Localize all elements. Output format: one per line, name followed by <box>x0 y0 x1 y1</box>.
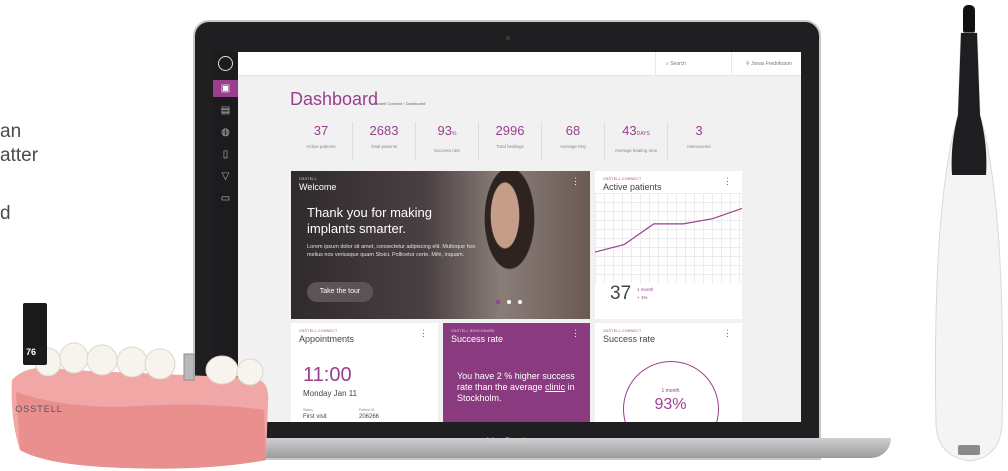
card-kicker: OSSTELL CONNECT <box>603 177 642 181</box>
status-label: Status <box>303 408 313 412</box>
stat-active-patients: 37 Active patients <box>290 122 353 160</box>
user-menu[interactable]: ⚲ Jonas Fredriksson <box>731 52 801 76</box>
tagline-line-3: d <box>0 203 11 224</box>
success-rate-card: OSSTELL CONNECT Success rate ⋮ 1 month 9… <box>595 323 742 422</box>
card-kicker: OSSTELL CONNECT <box>299 329 338 333</box>
dashboard-screen: ▣ ▤ ◍ ▯ ▽ ▭ ⌕ Search ⚲ Jonas Fredriksson… <box>213 52 801 422</box>
stat-unit: % <box>452 131 457 137</box>
card-kicker: OSSTELL CONNECT <box>603 329 642 333</box>
stat-success-rate: 93% Success rate <box>416 122 479 160</box>
osstell-device-image <box>934 5 1004 462</box>
stat-label: Success rate <box>433 148 460 153</box>
success-rate-message: You have 2 % higher success rate than th… <box>457 371 577 404</box>
stat-label: Average ISQ <box>560 144 586 149</box>
laptop-brand-label: MacBook <box>486 436 528 446</box>
device-reading: 76 <box>26 347 37 357</box>
card-title: Active patients <box>603 182 662 192</box>
more-options-icon[interactable]: ⋮ <box>723 177 732 186</box>
stat-label: Instruments <box>687 144 711 149</box>
card-title: Success rate <box>603 334 656 344</box>
welcome-card: OSSTELL Welcome ⋮ Thank you for making i… <box>291 171 590 319</box>
stat-value: 93 <box>437 123 452 138</box>
carousel-dots <box>496 291 529 309</box>
take-tour-button[interactable]: Take the tour <box>307 282 373 302</box>
change-label: + 1% <box>637 295 648 300</box>
dashboard-nav-icon[interactable]: ▣ <box>213 80 238 97</box>
osstell-logo-icon[interactable] <box>218 56 233 71</box>
stat-unit: DAYS <box>636 131 650 137</box>
laptop-camera <box>506 36 510 40</box>
clinic-link[interactable]: clinic <box>545 382 565 392</box>
stat-label: Total healings <box>496 144 524 149</box>
card-title: Welcome <box>299 182 337 192</box>
status-value: First visit <box>303 414 327 420</box>
stat-value: 68 <box>565 123 581 138</box>
search-label: Search <box>670 61 687 67</box>
instrument-nav-icon[interactable]: ▭ <box>219 192 232 205</box>
stat-total-patients: 2683 Total patients <box>353 122 416 160</box>
more-options-icon[interactable]: ⋮ <box>723 329 732 338</box>
active-patients-line <box>595 207 742 253</box>
stat-instruments: 3 Instruments <box>668 122 730 160</box>
stat-average-isq: 68 Average ISQ <box>542 122 605 160</box>
appointments-card: OSSTELL CONNECT Appointments ⋮ 11:00 Mon… <box>291 323 438 422</box>
tagline-line-2: atter <box>0 145 39 166</box>
appointment-time: 11:00 <box>303 364 352 386</box>
stat-total-healings: 2996 Total healings <box>479 122 542 160</box>
success-rate-highlight-card: OSSTELL BENCHMARK Success rate ⋮ You hav… <box>443 323 590 422</box>
search-button[interactable]: ⌕ Search <box>655 52 705 76</box>
product-showcase: an atter d MacBook ▣ ▤ ◍ ▯ ▽ ▭ ⌕ Search … <box>0 0 1008 471</box>
success-rate-ring: 1 month 93% <box>623 361 719 422</box>
document-nav-icon[interactable]: ▯ <box>219 148 232 161</box>
welcome-body: Lorem ipsum dolor sit amet, consectetur … <box>307 244 476 258</box>
more-options-icon[interactable]: ⋮ <box>419 329 428 338</box>
stat-value: 2996 <box>495 123 525 138</box>
carousel-dot[interactable] <box>518 300 522 304</box>
stat-value: 3 <box>695 123 703 138</box>
welcome-headline: Thank you for making implants smarter. <box>307 205 433 236</box>
app-header: ⌕ Search ⚲ Jonas Fredriksson <box>238 52 801 76</box>
period-label: 1 month <box>637 287 654 292</box>
filter-nav-icon[interactable]: ▽ <box>219 170 232 183</box>
stat-label: Active patients <box>306 144 336 149</box>
page-title: Dashboard <box>290 89 379 109</box>
success-rate-value: 93% <box>654 396 687 413</box>
cropped-tagline: an atter d <box>0 120 38 226</box>
stat-average-healing-time: 43DAYS Average healing time <box>605 122 668 160</box>
active-patients-card: OSSTELL CONNECT Active patients ⋮ 37 1 m… <box>595 171 742 319</box>
active-patients-value: 37 <box>610 283 632 304</box>
patient-id-value: 206266 <box>359 414 380 420</box>
card-title: Appointments <box>299 334 355 344</box>
globe-nav-icon[interactable]: ◍ <box>219 126 232 139</box>
card-kicker: OSSTELL <box>299 177 317 181</box>
breadcrumb[interactable]: Osstell Connect › Dashboard <box>374 101 425 106</box>
stats-bar: 37 Active patients 2683 Total patients 93%… <box>290 122 730 160</box>
patients-nav-icon[interactable]: ▤ <box>219 104 232 117</box>
card-title: Success rate <box>451 334 504 344</box>
appointment-date: Monday Jan 11 <box>303 389 358 398</box>
stat-label: Total patients <box>370 144 398 149</box>
stat-value: 43 <box>622 123 637 138</box>
more-options-icon[interactable]: ⋮ <box>571 329 580 338</box>
period-label: 1 month <box>661 388 680 394</box>
carousel-dot[interactable] <box>496 300 500 304</box>
stat-label: Average healing time <box>614 148 658 153</box>
carousel-dot[interactable] <box>507 300 511 304</box>
more-options-icon[interactable]: ⋮ <box>571 177 580 186</box>
active-patients-chart <box>595 207 742 253</box>
tagline-line-1: an <box>0 121 22 142</box>
stat-value: 2683 <box>369 123 399 138</box>
stat-value: 37 <box>313 123 329 138</box>
patient-id-label: Patient ID <box>359 408 375 412</box>
device-brand: OSSTELL <box>15 404 63 414</box>
card-kicker: OSSTELL BENCHMARK <box>451 329 496 333</box>
user-name: Jonas Fredriksson <box>751 61 792 67</box>
